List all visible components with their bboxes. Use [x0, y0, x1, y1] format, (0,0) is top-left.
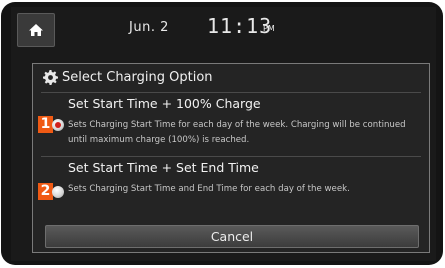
dialog-title: Select Charging Option — [43, 70, 213, 85]
date-display: Jun. 2 — [129, 20, 169, 35]
home-button[interactable] — [17, 13, 55, 47]
dialog-title-text: Select Charging Option — [62, 70, 213, 85]
callout-marker: 1 — [38, 116, 53, 133]
radio-button-selected[interactable] — [52, 119, 64, 131]
option-start-time-end-time[interactable]: Set Start Time + Set End Time 2 Sets Cha… — [33, 156, 429, 220]
option-description: Sets Charging Start Time and End Time fo… — [68, 184, 350, 194]
display: Jun. 2 11:13 PM Select Charging Option S… — [11, 7, 436, 261]
option-start-time-full-charge[interactable]: Set Start Time + 100% Charge 1 Sets Char… — [33, 92, 429, 154]
screen: Jun. 2 11:13 PM Select Charging Option S… — [0, 0, 445, 268]
ampm-indicator: PM — [263, 24, 275, 33]
home-icon — [29, 24, 43, 36]
cancel-button[interactable]: Cancel — [45, 225, 419, 248]
divider — [41, 92, 421, 93]
status-bar: Jun. 2 11:13 PM — [11, 7, 436, 47]
divider — [41, 156, 421, 157]
option-title: Set Start Time + Set End Time — [68, 160, 259, 175]
callout-marker: 2 — [38, 183, 53, 200]
display-bezel: Jun. 2 11:13 PM Select Charging Option S… — [1, 2, 443, 265]
radio-button[interactable] — [52, 186, 64, 198]
option-title: Set Start Time + 100% Charge — [68, 96, 261, 111]
charging-option-dialog: Select Charging Option Set Start Time + … — [32, 63, 430, 253]
gear-icon — [43, 70, 58, 85]
option-description: Sets Charging Start Time for each day of… — [68, 120, 406, 145]
